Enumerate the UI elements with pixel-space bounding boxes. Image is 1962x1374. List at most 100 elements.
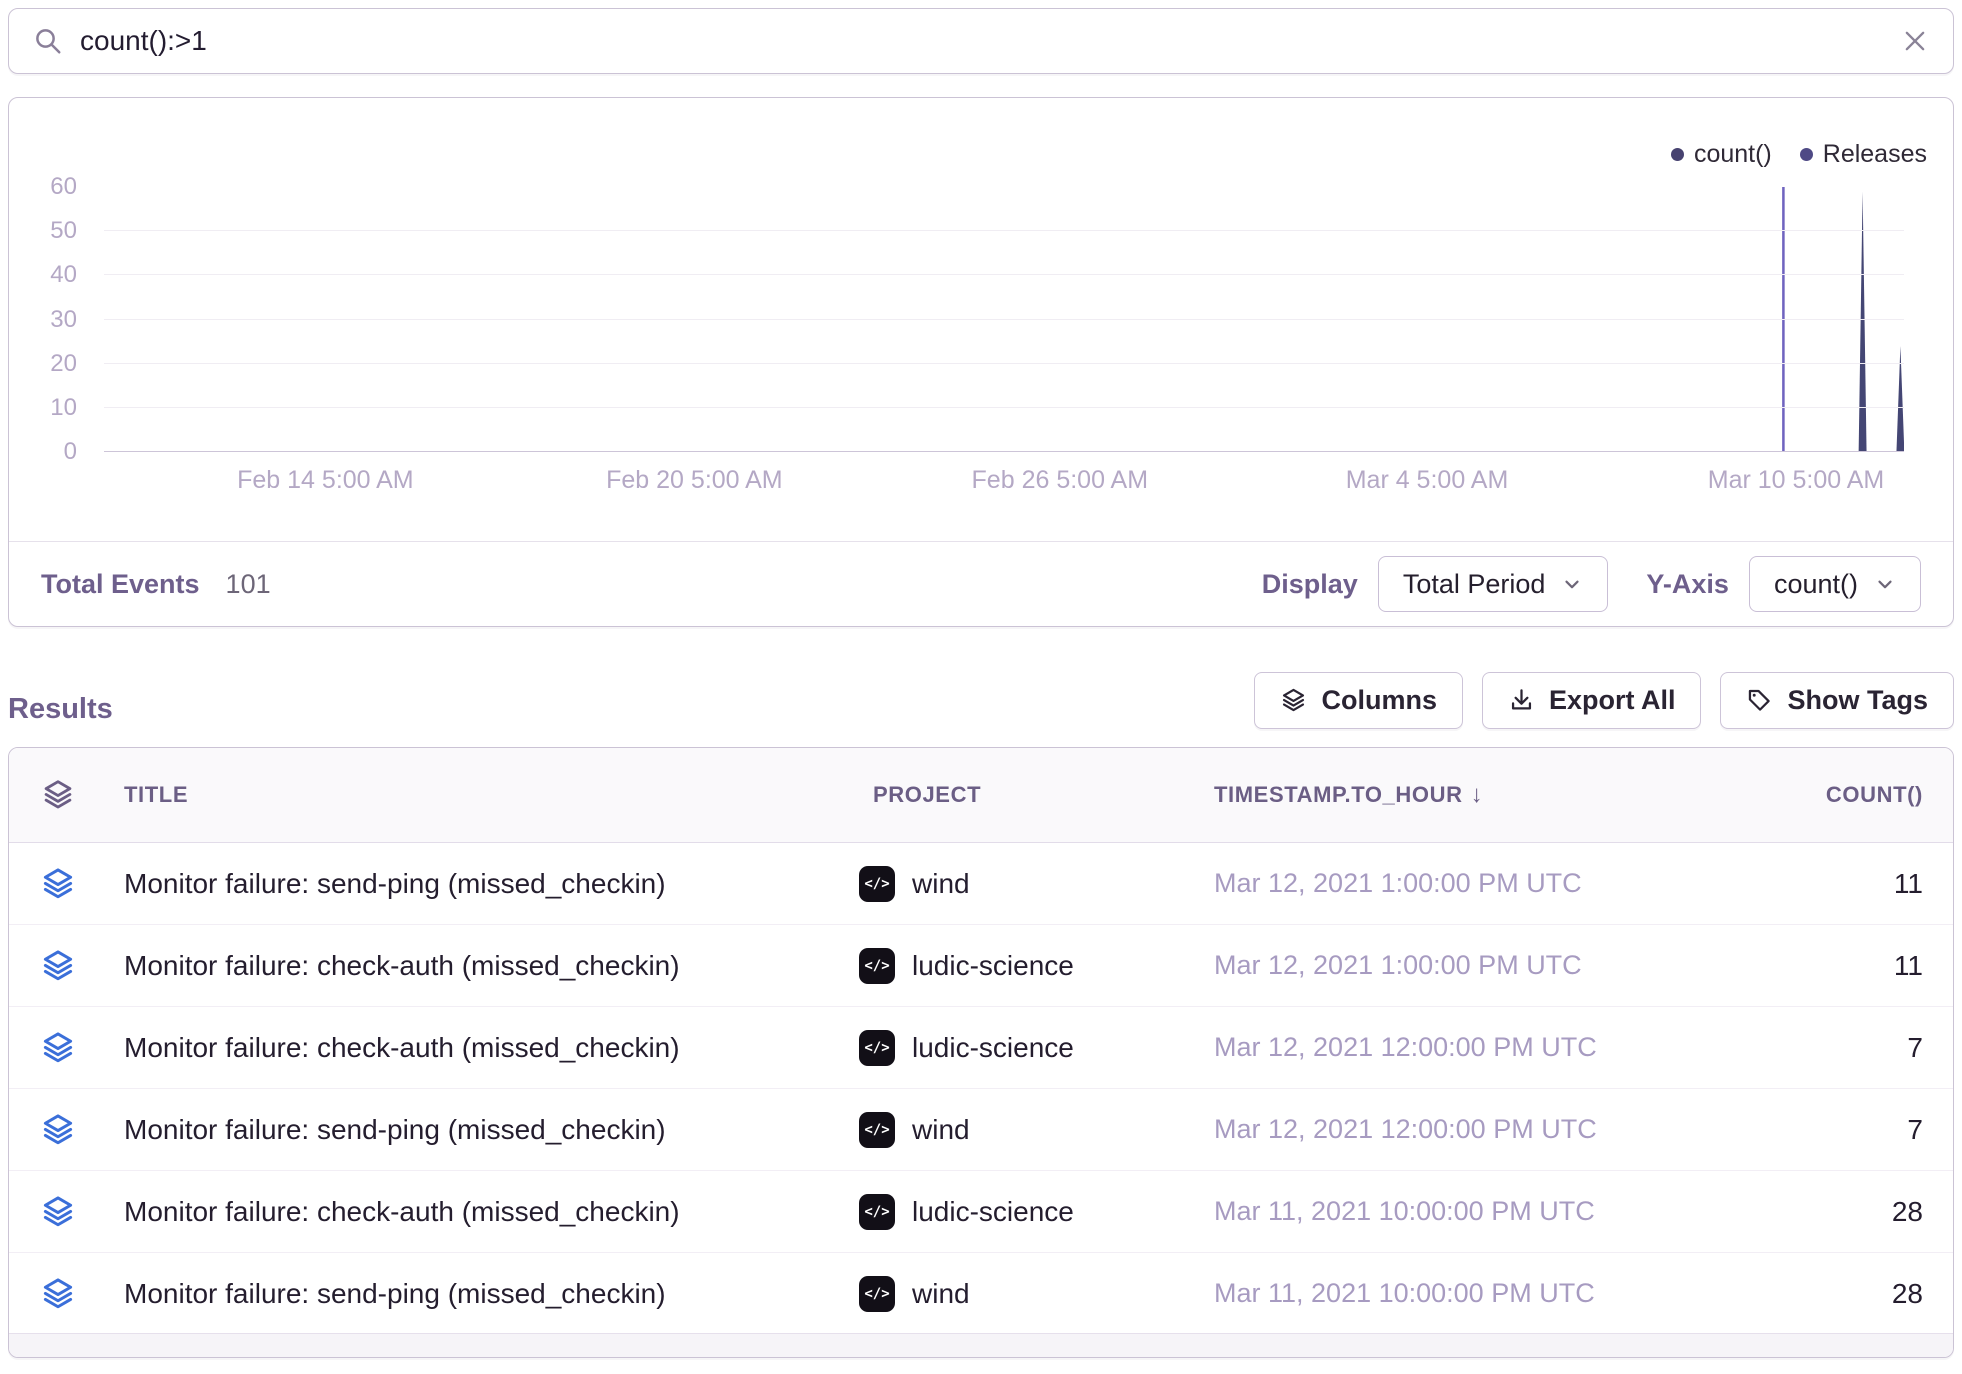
gridline [104, 451, 1904, 453]
total-events-label: Total Events [41, 569, 200, 600]
timestamp-column-header[interactable]: TIMESTAMP.TO_HOUR ↓ [1214, 781, 1709, 809]
layers-icon [40, 1112, 76, 1148]
project-name: wind [912, 1278, 970, 1310]
table-row[interactable]: Monitor failure: check-auth (missed_chec… [9, 1007, 1953, 1089]
x-tick-label: Mar 4 5:00 AM [1346, 466, 1509, 495]
project-name: ludic-science [912, 1032, 1074, 1064]
event-title-link[interactable]: Monitor failure: check-auth (missed_chec… [106, 1196, 859, 1228]
title-column-header[interactable]: TITLE [106, 782, 859, 808]
tag-icon [1746, 687, 1773, 714]
project-platform-badge: </> [859, 1112, 895, 1148]
layers-icon [41, 778, 75, 812]
project-cell: </> ludic-science [859, 948, 1214, 984]
export-all-button[interactable]: Export All [1482, 672, 1702, 729]
project-name: ludic-science [912, 1196, 1074, 1228]
search-bar [8, 8, 1954, 74]
y-tick-label: 50 [50, 217, 77, 245]
count-cell: 28 [1709, 1278, 1953, 1310]
layers-icon [40, 866, 76, 902]
sort-desc-icon: ↓ [1471, 781, 1484, 809]
total-events-value: 101 [226, 569, 271, 600]
timestamp-cell: Mar 12, 2021 12:00:00 PM UTC [1214, 1114, 1709, 1145]
project-name: ludic-science [912, 950, 1074, 982]
timestamp-cell: Mar 11, 2021 10:00:00 PM UTC [1214, 1196, 1709, 1227]
close-icon[interactable] [1901, 27, 1929, 55]
display-select[interactable]: Total Period [1378, 556, 1609, 612]
project-platform-badge: </> [859, 1276, 895, 1312]
chart-plot-area [104, 187, 1904, 452]
row-type-icon-cell [9, 1276, 106, 1312]
show-tags-button-label: Show Tags [1787, 685, 1928, 716]
x-tick-label: Feb 26 5:00 AM [972, 466, 1149, 495]
count-cell: 11 [1709, 868, 1953, 900]
display-select-value: Total Period [1403, 569, 1546, 600]
count-cell: 7 [1709, 1032, 1953, 1064]
gridline [104, 230, 1904, 231]
count-column-header[interactable]: COUNT() [1709, 782, 1953, 808]
count-cell: 28 [1709, 1196, 1953, 1228]
table-row[interactable]: Monitor failure: check-auth (missed_chec… [9, 925, 1953, 1007]
legend-label-count: count() [1694, 140, 1772, 169]
project-cell: </> wind [859, 1276, 1214, 1312]
layers-icon [1280, 687, 1307, 714]
download-icon [1508, 687, 1535, 714]
timestamp-cell: Mar 12, 2021 1:00:00 PM UTC [1214, 950, 1709, 981]
event-title-link[interactable]: Monitor failure: check-auth (missed_chec… [106, 1032, 859, 1064]
event-title-link[interactable]: Monitor failure: send-ping (missed_check… [106, 1114, 859, 1146]
event-title-link[interactable]: Monitor failure: send-ping (missed_check… [106, 868, 859, 900]
project-platform-badge: </> [859, 1030, 895, 1066]
count-cell: 7 [1709, 1114, 1953, 1146]
project-platform-badge: </> [859, 948, 895, 984]
event-title-link[interactable]: Monitor failure: send-ping (missed_check… [106, 1278, 859, 1310]
export-all-button-label: Export All [1549, 685, 1676, 716]
y-tick-label: 0 [64, 438, 77, 466]
chart-legend: count() Releases [1671, 140, 1927, 169]
display-label: Display [1262, 569, 1358, 600]
table-footer-strip [9, 1333, 1953, 1357]
timestamp-column-label: TIMESTAMP.TO_HOUR [1214, 782, 1463, 808]
count-series [104, 187, 1904, 452]
chart-x-axis-labels: Feb 14 5:00 AMFeb 20 5:00 AMFeb 26 5:00 … [104, 466, 1904, 496]
table-row[interactable]: Monitor failure: send-ping (missed_check… [9, 1089, 1953, 1171]
search-input[interactable] [80, 25, 1901, 57]
chevron-down-icon [1874, 573, 1896, 595]
y-tick-label: 10 [50, 394, 77, 422]
columns-button-label: Columns [1321, 685, 1437, 716]
row-type-icon-cell [9, 1194, 106, 1230]
table-body: Monitor failure: send-ping (missed_check… [9, 843, 1953, 1335]
y-tick-label: 40 [50, 261, 77, 289]
gridline [104, 363, 1904, 364]
timestamp-cell: Mar 12, 2021 12:00:00 PM UTC [1214, 1032, 1709, 1063]
layers-icon [40, 1276, 76, 1312]
table-row[interactable]: Monitor failure: send-ping (missed_check… [9, 843, 1953, 925]
project-column-header[interactable]: PROJECT [859, 782, 1214, 808]
legend-item-releases[interactable]: Releases [1800, 140, 1927, 169]
x-tick-label: Mar 10 5:00 AM [1708, 466, 1884, 495]
count-series-dot [1671, 148, 1684, 161]
type-column-header [9, 778, 106, 812]
gridline [104, 407, 1904, 408]
project-cell: </>wind [859, 1112, 1214, 1148]
search-icon [33, 26, 63, 56]
yaxis-select[interactable]: count() [1749, 556, 1921, 612]
x-tick-label: Feb 14 5:00 AM [237, 466, 414, 495]
gridline [104, 274, 1904, 275]
results-title: Results [8, 693, 113, 726]
columns-button[interactable]: Columns [1254, 672, 1463, 729]
yaxis-select-value: count() [1774, 569, 1858, 600]
results-table: TITLE PROJECT TIMESTAMP.TO_HOUR ↓ COUNT(… [8, 747, 1954, 1358]
layers-icon [40, 1194, 76, 1230]
legend-label-releases: Releases [1823, 140, 1927, 169]
table-row[interactable]: Monitor failure: send-ping (missed_check… [9, 1253, 1953, 1335]
table-row[interactable]: Monitor failure: check-auth (missed_chec… [9, 1171, 1953, 1253]
gridline [104, 319, 1904, 320]
count-cell: 11 [1709, 950, 1953, 982]
event-title-link[interactable]: Monitor failure: check-auth (missed_chec… [106, 950, 859, 982]
legend-item-count[interactable]: count() [1671, 140, 1772, 169]
row-type-icon-cell [9, 1112, 106, 1148]
layers-icon [40, 1030, 76, 1066]
layers-icon [40, 948, 76, 984]
row-type-icon-cell [9, 1030, 106, 1066]
show-tags-button[interactable]: Show Tags [1720, 672, 1954, 729]
y-tick-label: 30 [50, 306, 77, 334]
